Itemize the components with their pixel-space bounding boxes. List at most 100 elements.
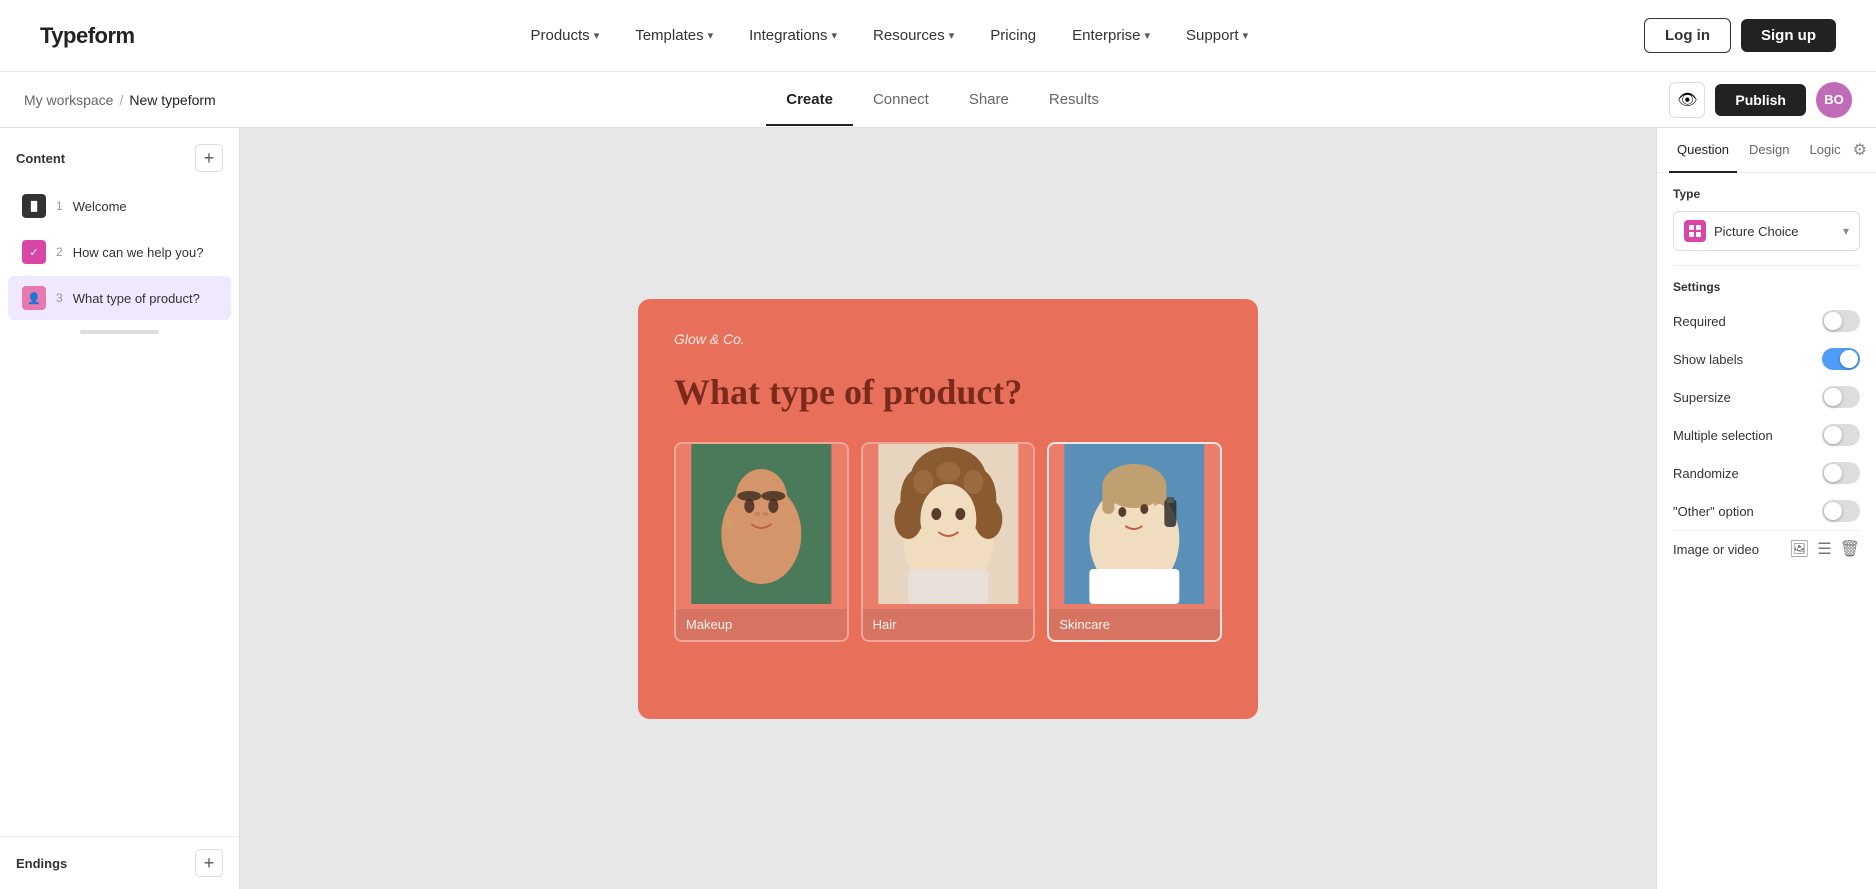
choice-label: Hair	[863, 609, 1034, 640]
setting-toggle[interactable]	[1822, 348, 1860, 370]
settings-gear-icon[interactable]: ⚙	[1853, 136, 1867, 164]
setting-row-randomize: Randomize	[1657, 454, 1876, 492]
type-label: Type	[1673, 187, 1860, 201]
setting-row-other-option: "Other" option	[1657, 492, 1876, 530]
endings-section: Endings +	[0, 836, 239, 889]
sidebar-scrollbar	[80, 330, 159, 334]
question-item[interactable]: ✓ 2 How can we help you?	[8, 230, 231, 274]
logo[interactable]: Typeform	[40, 23, 135, 49]
setting-toggle[interactable]	[1822, 462, 1860, 484]
tab-logic[interactable]: Logic	[1802, 128, 1849, 173]
nav-item-enterprise[interactable]: Enterprise▾	[1058, 19, 1164, 52]
nav-item-templates[interactable]: Templates▾	[621, 19, 727, 52]
question-item[interactable]: ▐▌ 1 Welcome	[8, 184, 231, 228]
question-type-icon: 👤	[22, 286, 46, 310]
editor-layout: Content + ▐▌ 1 Welcome ✓ 2 How can we he…	[0, 128, 1876, 889]
choice-grid: Makeup Hair	[674, 442, 1222, 642]
layout-icon[interactable]: ☰	[1817, 539, 1831, 559]
setting-row-show-labels: Show labels	[1657, 340, 1876, 378]
type-icon	[1684, 220, 1706, 242]
delete-icon[interactable]: 🗑	[1840, 539, 1860, 559]
nav-item-pricing[interactable]: Pricing	[976, 19, 1050, 52]
form-question: What type of product?	[674, 371, 1222, 414]
setting-row-supersize: Supersize	[1657, 378, 1876, 416]
breadcrumb: My workspace / New typeform	[24, 92, 216, 108]
setting-row-multiple-selection: Multiple selection	[1657, 416, 1876, 454]
navbar: Typeform Products▾Templates▾Integrations…	[0, 0, 1876, 72]
nav-item-integrations[interactable]: Integrations▾	[735, 19, 851, 52]
right-panel: Question Design Logic ⚙ Type	[1656, 128, 1876, 889]
image-video-label: Image or video	[1673, 542, 1759, 557]
content-section-header: Content +	[0, 128, 239, 182]
add-endings-button[interactable]: +	[195, 849, 223, 877]
setting-label: Supersize	[1673, 390, 1731, 405]
add-content-button[interactable]: +	[195, 144, 223, 172]
canvas-area: Glow & Co. What type of product? Makeup	[240, 128, 1656, 889]
type-select[interactable]: Picture Choice ▾	[1673, 211, 1860, 251]
choice-label: Makeup	[676, 609, 847, 640]
breadcrumb-workspace[interactable]: My workspace	[24, 92, 113, 108]
content-label: Content	[16, 151, 65, 166]
chevron-icon: ▾	[708, 29, 714, 42]
nav-item-resources[interactable]: Resources▾	[859, 19, 968, 52]
chevron-icon: ▾	[594, 29, 600, 42]
question-label: Welcome	[73, 199, 127, 214]
settings-label: Settings	[1657, 266, 1876, 302]
top-actions: 👁 Publish BO	[1669, 82, 1852, 118]
question-type-icon: ▐▌	[22, 194, 46, 218]
question-number: 1	[56, 199, 63, 213]
panel-tabs: Question Design Logic ⚙	[1657, 128, 1876, 173]
form-card: Glow & Co. What type of product? Makeup	[638, 299, 1258, 719]
top-tabs: CreateConnectShareResults	[766, 75, 1119, 125]
nav-links: Products▾Templates▾Integrations▾Resource…	[516, 19, 1262, 52]
setting-label: Multiple selection	[1673, 428, 1773, 443]
setting-toggle[interactable]	[1822, 386, 1860, 408]
nav-item-products[interactable]: Products▾	[516, 19, 613, 52]
question-label: What type of product?	[73, 291, 200, 306]
choice-item[interactable]: Makeup	[674, 442, 849, 642]
publish-button[interactable]: Publish	[1715, 84, 1806, 116]
setting-row-required: Required	[1657, 302, 1876, 340]
choice-item[interactable]: Skincare	[1047, 442, 1222, 642]
setting-label: Randomize	[1673, 466, 1739, 481]
endings-label: Endings	[16, 856, 67, 871]
type-chevron-icon: ▾	[1843, 224, 1849, 238]
chevron-icon: ▾	[1145, 29, 1151, 42]
tab-results[interactable]: Results	[1029, 75, 1119, 126]
type-section: Type Picture Choice ▾	[1657, 173, 1876, 265]
setting-toggle[interactable]	[1822, 424, 1860, 446]
avatar[interactable]: BO	[1816, 82, 1852, 118]
tab-design[interactable]: Design	[1741, 128, 1797, 173]
questions-list: ▐▌ 1 Welcome ✓ 2 How can we help you? 👤 …	[0, 182, 239, 322]
login-button[interactable]: Log in	[1644, 18, 1731, 53]
settings-rows: Required Show labels Supersize Multiple …	[1657, 302, 1876, 530]
image-video-actions: 🖼 ☰ 🗑	[1789, 539, 1860, 559]
tab-connect[interactable]: Connect	[853, 75, 949, 126]
tab-share[interactable]: Share	[949, 75, 1029, 126]
setting-toggle[interactable]	[1822, 310, 1860, 332]
question-item[interactable]: 👤 3 What type of product?	[8, 276, 231, 320]
nav-actions: Log in Sign up	[1644, 18, 1836, 53]
setting-label: Required	[1673, 314, 1726, 329]
setting-label: Show labels	[1673, 352, 1743, 367]
setting-label: "Other" option	[1673, 504, 1754, 519]
question-label: How can we help you?	[73, 245, 204, 260]
question-number: 3	[56, 291, 63, 305]
nav-item-support[interactable]: Support▾	[1172, 19, 1262, 52]
chevron-icon: ▾	[832, 29, 838, 42]
question-number: 2	[56, 245, 63, 259]
form-brand: Glow & Co.	[674, 331, 1222, 347]
breadcrumb-separator: /	[119, 92, 123, 108]
signup-button[interactable]: Sign up	[1741, 19, 1836, 52]
image-icon[interactable]: 🖼	[1789, 539, 1809, 559]
preview-button[interactable]: 👁	[1669, 82, 1705, 118]
setting-toggle[interactable]	[1822, 500, 1860, 522]
choice-item[interactable]: Hair	[861, 442, 1036, 642]
chevron-icon: ▾	[949, 29, 955, 42]
type-value: Picture Choice	[1714, 224, 1799, 239]
choice-label: Skincare	[1049, 609, 1220, 640]
tab-question[interactable]: Question	[1669, 128, 1737, 173]
tab-create[interactable]: Create	[766, 75, 853, 126]
question-type-icon: ✓	[22, 240, 46, 264]
chevron-icon: ▾	[1243, 29, 1249, 42]
